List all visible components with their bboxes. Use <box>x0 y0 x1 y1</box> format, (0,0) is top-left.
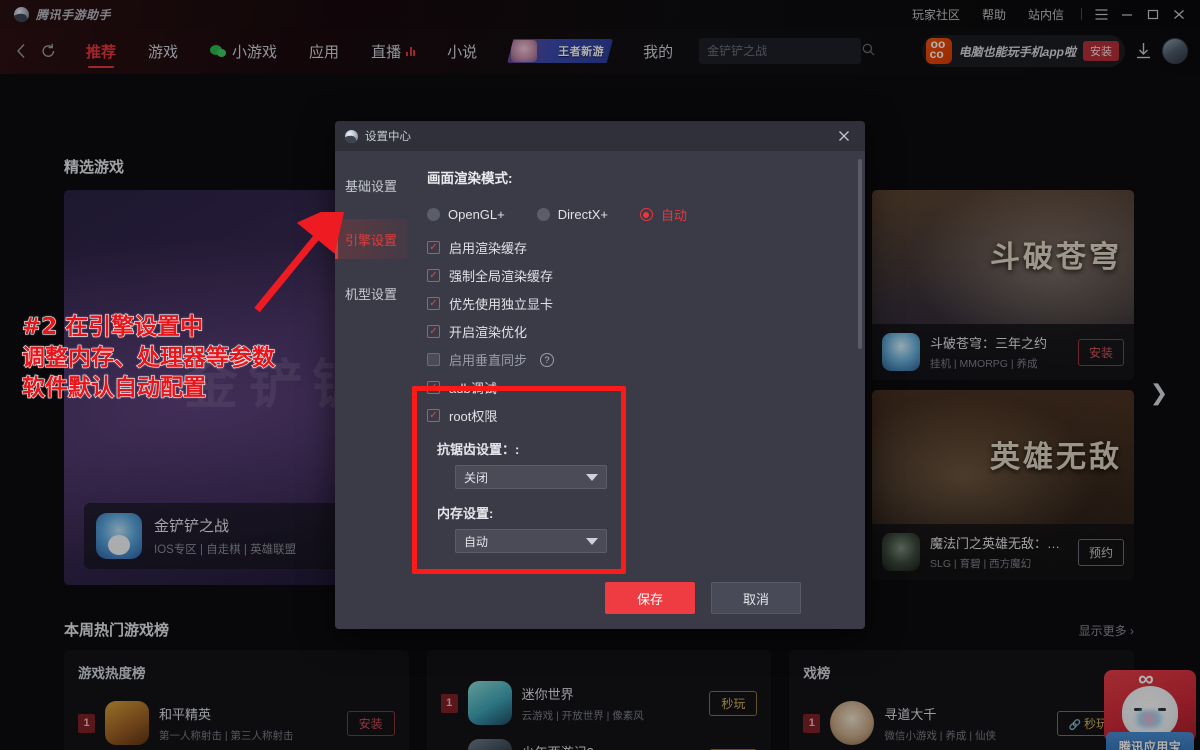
checkbox-label: 开启渲染优化 <box>449 325 528 340</box>
radio-indicator <box>427 208 440 221</box>
checkbox-label: root权限 <box>449 409 498 424</box>
app-window: 腾讯手游助手 玩家社区 帮助 站内信 推荐 游戏 小游戏 应用 直播 小说 王者… <box>0 0 1200 750</box>
save-button[interactable]: 保存 <box>605 582 695 614</box>
checkbox-adb-debug[interactable]: ✓ adb调试 <box>427 378 845 397</box>
checkbox-indicator: ✓ <box>427 409 440 422</box>
checkbox-indicator: ✓ <box>427 241 440 254</box>
sidebar-item-label: 基础设置 <box>344 178 397 194</box>
checkbox-indicator: ✓ <box>427 325 440 338</box>
checkbox-label: 优先使用独立显卡 <box>449 297 554 312</box>
help-icon[interactable]: ? <box>540 352 555 367</box>
radio-label: DirectX+ <box>557 207 608 222</box>
checkbox-force-global-render-cache[interactable]: ✓ 强制全局渲染缓存 <box>427 266 845 285</box>
select-memory[interactable]: 自动 <box>455 529 607 553</box>
sidebar-item-label: 引擎设置 <box>344 232 397 248</box>
sidebar-item-device-settings[interactable]: 机型设置 <box>335 273 407 313</box>
checkbox-indicator: ✓ <box>427 297 440 310</box>
cancel-button[interactable]: 取消 <box>711 582 801 614</box>
dialog-footer: 保存 取消 <box>335 567 865 629</box>
radio-label: 自动 <box>660 208 687 223</box>
radio-opengl[interactable]: OpenGL+ <box>427 207 505 222</box>
select-value: 自动 <box>464 534 489 549</box>
radio-directx[interactable]: DirectX+ <box>536 207 608 222</box>
radio-label: OpenGL+ <box>448 207 505 222</box>
render-mode-heading: 画面渲染模式: <box>427 171 513 186</box>
dialog-sidebar: 基础设置 引擎设置 机型设置 <box>335 151 407 567</box>
dialog-scrollbar[interactable] <box>858 159 862 349</box>
sidebar-item-engine-settings[interactable]: 引擎设置 <box>335 219 407 259</box>
checkbox-label: adb调试 <box>449 381 497 396</box>
checkbox-indicator: ✓ <box>427 353 440 366</box>
checkbox-indicator: ✓ <box>427 381 440 394</box>
checkbox-root-permission[interactable]: ✓ root权限 <box>427 406 845 425</box>
chevron-down-icon <box>586 537 598 545</box>
label-memory: 内存设置: <box>437 506 494 521</box>
render-mode-radio-group: OpenGL+ DirectX+ 自动 <box>427 205 845 224</box>
settings-center-dialog: 设置中心 基础设置 引擎设置 机型设置 画面渲染模式: OpenGL+ Dire… <box>335 121 865 629</box>
close-icon[interactable] <box>833 125 855 147</box>
app-logo-icon <box>345 129 358 143</box>
dialog-body: 基础设置 引擎设置 机型设置 画面渲染模式: OpenGL+ DirectX+ … <box>335 151 865 567</box>
checkbox-enable-render-optimization[interactable]: ✓ 开启渲染优化 <box>427 322 845 341</box>
label-antialiasing: 抗锯齿设置：: <box>437 442 520 457</box>
checkbox-label: 强制全局渲染缓存 <box>449 269 554 284</box>
checkbox-label: 启用垂直同步 <box>449 353 528 368</box>
dialog-title: 设置中心 <box>365 131 411 143</box>
sidebar-item-basic-settings[interactable]: 基础设置 <box>335 165 407 205</box>
checkbox-enable-vsync[interactable]: ✓ 启用垂直同步 ? <box>427 350 845 369</box>
checkbox-enable-render-cache[interactable]: ✓ 启用渲染缓存 <box>427 238 845 257</box>
checkbox-prefer-discrete-gpu[interactable]: ✓ 优先使用独立显卡 <box>427 294 845 313</box>
select-value: 关闭 <box>464 470 489 485</box>
radio-indicator <box>639 208 653 221</box>
checkbox-label: 启用渲染缓存 <box>449 241 528 256</box>
checkbox-indicator: ✓ <box>427 269 440 282</box>
dialog-title-bar: 设置中心 <box>335 121 865 151</box>
dialog-main-panel: 画面渲染模式: OpenGL+ DirectX+ 自动 ✓ 启用渲染缓存 ✓ 强… <box>407 151 865 567</box>
sidebar-item-label: 机型设置 <box>344 286 397 302</box>
chevron-down-icon <box>586 473 598 481</box>
radio-auto[interactable]: 自动 <box>639 205 687 224</box>
select-antialiasing[interactable]: 关闭 <box>455 465 607 489</box>
radio-indicator <box>536 208 550 221</box>
